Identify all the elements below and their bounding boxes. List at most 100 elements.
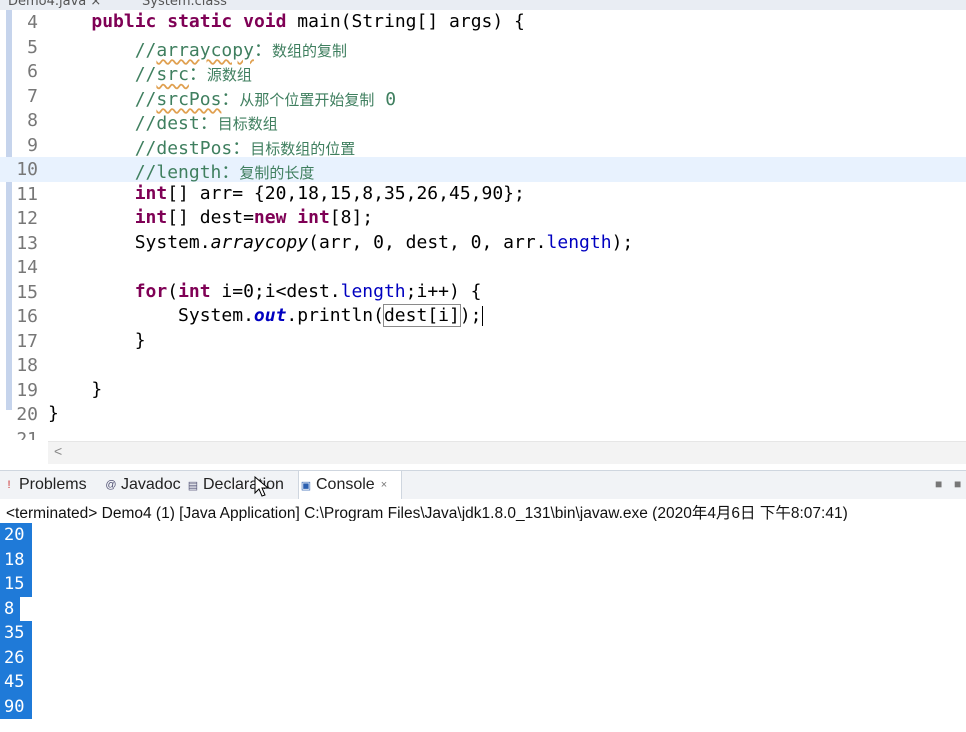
code-token: 目标数组 bbox=[217, 115, 278, 133]
code-line[interactable]: 7 //srcPos：从那个位置开始复制 0 bbox=[0, 84, 966, 111]
text-caret bbox=[481, 306, 483, 326]
scroll-left-icon[interactable]: < bbox=[54, 443, 62, 459]
code-line[interactable]: 4 public static void main(String[] args)… bbox=[0, 10, 966, 35]
code-line[interactable]: 14 bbox=[0, 255, 966, 280]
close-icon[interactable]: × bbox=[90, 0, 101, 9]
code-line[interactable]: 9 //destPos：目标数组的位置 bbox=[0, 133, 966, 160]
code-text: //dest：目标数组 bbox=[48, 109, 278, 135]
code-line[interactable]: 17 } bbox=[0, 329, 966, 354]
line-number: 5 bbox=[27, 36, 38, 58]
line-number: 17 bbox=[16, 330, 38, 352]
code-token: 0 bbox=[374, 88, 397, 110]
code-token: int bbox=[297, 207, 330, 228]
console-output-line: 35 bbox=[0, 621, 32, 646]
tab-declaration[interactable]: ▤ Declaration bbox=[186, 471, 296, 499]
code-line[interactable]: 11 int[] arr= {20,18,15,8,35,26,45,90}; bbox=[0, 182, 966, 207]
code-token: // bbox=[134, 137, 157, 159]
code-text: System.out.println(dest[i]); bbox=[48, 304, 483, 327]
code-text: //srcPos：从那个位置开始复制 0 bbox=[48, 85, 396, 111]
code-editor[interactable]: 4 public static void main(String[] args)… bbox=[0, 10, 966, 440]
code-line[interactable]: 10 //length：复制的长度 bbox=[0, 157, 966, 184]
console-output-line: 18 bbox=[0, 547, 32, 572]
line-number: 16 bbox=[16, 306, 38, 327]
code-line[interactable]: 8 //dest：目标数组 bbox=[0, 108, 966, 135]
code-text: } bbox=[48, 330, 146, 351]
line-number: 12 bbox=[16, 208, 38, 229]
code-token: destPos bbox=[156, 137, 233, 159]
code-text: //arraycopy：数组的复制 bbox=[48, 36, 347, 62]
line-number: 21 bbox=[16, 428, 38, 441]
code-text: for(int i=0;i<dest.length;i++) { bbox=[48, 281, 482, 302]
code-token: [8]; bbox=[329, 207, 374, 228]
console-output[interactable]: 20 18 15 8 35 26 45 90 bbox=[0, 521, 966, 732]
code-text: int[] dest=new int[8]; bbox=[48, 207, 373, 228]
code-token: 复制的长度 bbox=[239, 164, 315, 182]
console-output-line: 45 bbox=[0, 670, 32, 695]
editor-tab-demo4[interactable]: Demo4.java × bbox=[8, 0, 101, 10]
code-line[interactable]: 16 System.out.println(dest[i]); bbox=[0, 304, 966, 329]
code-text: } bbox=[48, 379, 102, 400]
code-token: System. bbox=[48, 305, 254, 326]
code-line[interactable]: 15 for(int i=0;i<dest.length;i++) { bbox=[0, 280, 966, 305]
horizontal-scrollbar[interactable]: < bbox=[48, 441, 966, 464]
console-icon: ▣ bbox=[300, 479, 312, 492]
minimize-icon[interactable]: ■ bbox=[935, 477, 942, 491]
code-line[interactable]: 21 bbox=[0, 427, 966, 441]
code-token: // bbox=[134, 88, 157, 110]
mouse-cursor-icon bbox=[254, 476, 270, 497]
javadoc-icon: @ bbox=[105, 479, 117, 491]
code-token: ： bbox=[221, 162, 240, 183]
console-output-line: 26 bbox=[0, 645, 32, 670]
tab-javadoc[interactable]: @ Javadoc bbox=[104, 471, 184, 499]
code-token: length bbox=[546, 231, 612, 253]
code-text: //length：复制的长度 bbox=[48, 158, 315, 184]
code-line[interactable]: 5 //arraycopy：数组的复制 bbox=[0, 35, 966, 62]
code-line[interactable]: 18 bbox=[0, 353, 966, 378]
console-status-line: <terminated> Demo4 (1) [Java Application… bbox=[0, 499, 966, 522]
code-token: length bbox=[340, 280, 406, 302]
code-token: .println( bbox=[286, 305, 384, 326]
code-token: dest[i] bbox=[382, 304, 461, 327]
code-line[interactable]: 13 System.arraycopy(arr, 0, dest, 0, arr… bbox=[0, 231, 966, 256]
code-token: } bbox=[48, 378, 103, 400]
code-token: 从那个位置开始复制 bbox=[239, 90, 375, 109]
code-token: System. bbox=[48, 231, 211, 253]
line-number: 8 bbox=[27, 110, 38, 131]
code-token: for bbox=[134, 280, 168, 302]
code-token: ： bbox=[253, 39, 272, 61]
line-number: 7 bbox=[27, 85, 38, 107]
code-token: srcPos bbox=[156, 88, 222, 110]
tab-problems[interactable]: ! Problems bbox=[2, 471, 102, 499]
code-line[interactable]: 12 int[] dest=new int[8]; bbox=[0, 206, 966, 231]
editor-tab-system-class[interactable]: System.class bbox=[142, 0, 227, 10]
console-output-line: 90 bbox=[0, 694, 32, 719]
line-number: 9 bbox=[27, 134, 38, 156]
code-text: System.arraycopy(arr, 0, dest, 0, arr.le… bbox=[48, 231, 634, 253]
close-icon[interactable]: × bbox=[381, 479, 387, 491]
code-line[interactable]: 19 } bbox=[0, 378, 966, 403]
line-number: 10 bbox=[16, 159, 38, 180]
code-token: new bbox=[253, 207, 287, 228]
bottom-panel-tabbar: ! Problems @ Javadoc ▤ Declaration ▣ Con… bbox=[0, 470, 966, 500]
code-token: public bbox=[91, 11, 157, 32]
code-text: //destPos：目标数组的位置 bbox=[48, 134, 356, 160]
code-token: ： bbox=[221, 88, 240, 110]
line-number: 11 bbox=[16, 183, 38, 205]
code-line[interactable]: 6 //src：源数组 bbox=[0, 59, 966, 86]
code-line[interactable]: 20} bbox=[0, 402, 966, 427]
tab-console[interactable]: ▣ Console × bbox=[298, 471, 402, 499]
console-output-line: 8 bbox=[0, 596, 20, 621]
code-token: // bbox=[134, 39, 157, 61]
code-token: //dest bbox=[134, 113, 200, 134]
maximize-icon[interactable]: ■ bbox=[954, 477, 961, 491]
console-output-line: 15 bbox=[0, 572, 32, 597]
code-text: //src：源数组 bbox=[48, 60, 252, 86]
